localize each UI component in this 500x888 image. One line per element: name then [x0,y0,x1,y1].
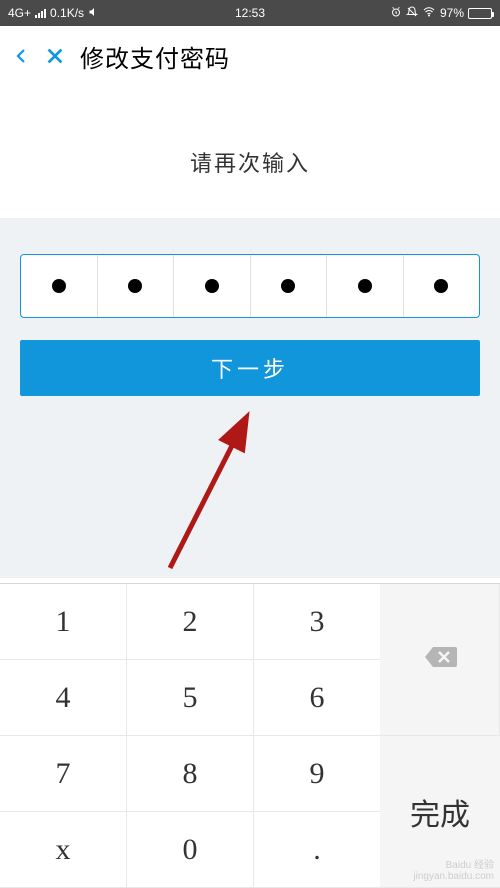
pin-input[interactable] [20,254,480,318]
dnd-icon [406,6,418,21]
battery-pct: 97% [440,6,464,20]
done-key-label: 完成 [410,790,470,834]
numeric-keypad: 1 2 3 4 5 6 7 8 9 x 0 . [0,583,500,888]
network-type: 4G+ [8,6,31,20]
close-button[interactable] [44,45,66,67]
key-5[interactable]: 5 [127,660,254,736]
key-6[interactable]: 6 [254,660,380,736]
status-time: 12:53 [235,6,265,20]
backspace-key[interactable] [380,584,500,736]
next-button[interactable]: 下一步 [20,340,480,396]
key-3[interactable]: 3 [254,584,380,660]
pin-cell [21,255,98,317]
status-right: 97% [390,6,492,21]
pin-area: 下一步 [0,218,500,578]
key-2[interactable]: 2 [127,584,254,660]
alarm-icon [390,6,402,21]
pin-dot-icon [128,279,142,293]
key-7[interactable]: 7 [0,736,127,812]
key-dot[interactable]: . [254,812,380,888]
pin-cell [251,255,328,317]
page-title: 修改支付密码 [80,39,230,74]
pin-dot-icon [281,279,295,293]
key-0[interactable]: 0 [127,812,254,888]
key-9[interactable]: 9 [254,736,380,812]
key-x[interactable]: x [0,812,127,888]
pin-dot-icon [205,279,219,293]
key-8[interactable]: 8 [127,736,254,812]
pin-cell [174,255,251,317]
annotation-arrow-icon [160,408,270,578]
app-header: 修改支付密码 [0,26,500,86]
backspace-icon [423,643,457,677]
network-speed: 0.1K/s [50,6,84,20]
key-1[interactable]: 1 [0,584,127,660]
wifi-icon [422,6,436,21]
pin-dot-icon [434,279,448,293]
volume-icon [88,6,100,21]
pin-dot-icon [358,279,372,293]
status-bar: 4G+ 0.1K/s 12:53 97% [0,0,500,26]
next-button-label: 下一步 [211,352,289,384]
pin-dot-icon [52,279,66,293]
signal-icon [35,9,46,18]
prompt-text: 请再次输入 [0,146,500,178]
key-4[interactable]: 4 [0,660,127,736]
done-key[interactable]: 完成 [380,736,500,888]
pin-cell [404,255,480,317]
pin-cell [327,255,404,317]
battery-icon [468,8,492,19]
back-button[interactable] [12,42,30,70]
status-left: 4G+ 0.1K/s [8,6,100,21]
pin-cell [98,255,175,317]
